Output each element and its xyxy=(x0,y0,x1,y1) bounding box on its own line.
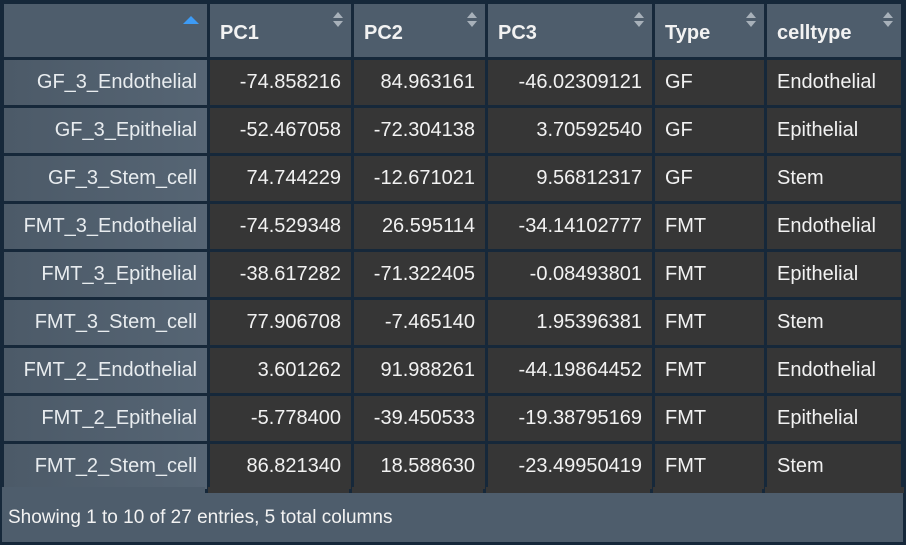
cell-pc2: 84.963161 xyxy=(354,60,485,105)
data-table: PC1 PC2 PC3 Type celltype GF_3_Endotheli… xyxy=(1,1,904,492)
cell-pc2: 18.588630 xyxy=(354,444,485,489)
cell-type: FMT xyxy=(655,348,764,393)
column-header-pc3[interactable]: PC3 xyxy=(488,4,652,57)
cell-name: GF_3_Endothelial xyxy=(4,60,207,105)
sort-both-icon xyxy=(467,12,477,30)
cell-pc3: 1.95396381 xyxy=(488,300,652,345)
cell-name: GF_3_Stem_cell xyxy=(4,156,207,201)
cell-pc1: -52.467058 xyxy=(210,108,351,153)
cell-pc1: -74.529348 xyxy=(210,204,351,249)
cell-pc1: 77.906708 xyxy=(210,300,351,345)
cell-pc2: -72.304138 xyxy=(354,108,485,153)
cell-celltype: Epithelial xyxy=(767,396,901,441)
cell-celltype: Epithelial xyxy=(767,108,901,153)
data-table-widget: PC1 PC2 PC3 Type celltype GF_3_Endotheli… xyxy=(0,0,906,545)
column-header-rownames[interactable] xyxy=(4,4,207,57)
sort-both-icon xyxy=(634,12,644,30)
cell-pc1: -74.858216 xyxy=(210,60,351,105)
cell-name: FMT_3_Endothelial xyxy=(4,204,207,249)
column-header-celltype[interactable]: celltype xyxy=(767,4,901,57)
cell-type: GF xyxy=(655,156,764,201)
column-header-pc2[interactable]: PC2 xyxy=(354,4,485,57)
cell-pc1: 74.744229 xyxy=(210,156,351,201)
cell-name: FMT_2_Epithelial xyxy=(4,396,207,441)
cell-celltype: Stem xyxy=(767,156,901,201)
cell-name: FMT_3_Stem_cell xyxy=(4,300,207,345)
cell-celltype: Stem xyxy=(767,300,901,345)
cell-celltype: Stem xyxy=(767,444,901,489)
cell-pc2: -7.465140 xyxy=(354,300,485,345)
table-row[interactable]: FMT_2_Stem_cell 86.821340 18.588630 -23.499… xyxy=(4,444,901,489)
cell-pc1: -38.617282 xyxy=(210,252,351,297)
table-row[interactable]: FMT_3_Stem_cell 77.906708 -7.465140 1.95396… xyxy=(4,300,901,345)
table-row[interactable]: GF_3_Endothelial -74.858216 84.963161 -46.0… xyxy=(4,60,901,105)
entries-info: Showing 1 to 10 of 27 entries, 5 total c… xyxy=(8,506,393,528)
sort-both-icon xyxy=(746,12,756,30)
cell-type: GF xyxy=(655,108,764,153)
sort-ascending-icon xyxy=(183,16,199,24)
cell-type: GF xyxy=(655,60,764,105)
cell-pc3: 9.56812317 xyxy=(488,156,652,201)
cell-name: GF_3_Epithelial xyxy=(4,108,207,153)
sort-both-icon xyxy=(333,12,343,30)
cell-type: FMT xyxy=(655,396,764,441)
cell-pc2: 26.595114 xyxy=(354,204,485,249)
cell-celltype: Epithelial xyxy=(767,252,901,297)
table-row[interactable]: FMT_3_Endothelial -74.529348 26.595114 -34.… xyxy=(4,204,901,249)
cell-pc3: -44.19864452 xyxy=(488,348,652,393)
cell-pc3: 3.70592540 xyxy=(488,108,652,153)
cell-type: FMT xyxy=(655,252,764,297)
header-row: PC1 PC2 PC3 Type celltype xyxy=(4,4,901,57)
cell-celltype: Endothelial xyxy=(767,204,901,249)
column-header-pc1[interactable]: PC1 xyxy=(210,4,351,57)
cell-celltype: Endothelial xyxy=(767,60,901,105)
cell-pc3: -34.14102777 xyxy=(488,204,652,249)
cell-name: FMT_2_Stem_cell xyxy=(4,444,207,489)
cell-type: FMT xyxy=(655,204,764,249)
cell-pc3: -23.49950419 xyxy=(488,444,652,489)
cell-celltype: Endothelial xyxy=(767,348,901,393)
sort-both-icon xyxy=(883,12,893,30)
cell-pc2: -71.322405 xyxy=(354,252,485,297)
cell-type: FMT xyxy=(655,444,764,489)
table-row[interactable]: FMT_2_Epithelial -5.778400 -39.450533 -19.3… xyxy=(4,396,901,441)
table-row[interactable]: GF_3_Stem_cell 74.744229 -12.671021 9.56812… xyxy=(4,156,901,201)
cell-name: FMT_3_Epithelial xyxy=(4,252,207,297)
cell-pc2: -12.671021 xyxy=(354,156,485,201)
cell-pc3: -19.38795169 xyxy=(488,396,652,441)
cell-pc2: 91.988261 xyxy=(354,348,485,393)
table-row[interactable]: FMT_2_Endothelial 3.601262 91.988261 -44.19… xyxy=(4,348,901,393)
table-row[interactable]: GF_3_Epithelial -52.467058 -72.304138 3.705… xyxy=(4,108,901,153)
cell-type: FMT xyxy=(655,300,764,345)
cell-pc1: 86.821340 xyxy=(210,444,351,489)
cell-pc1: -5.778400 xyxy=(210,396,351,441)
cell-name: FMT_2_Endothelial xyxy=(4,348,207,393)
column-header-type[interactable]: Type xyxy=(655,4,764,57)
table-info-footer: Showing 1 to 10 of 27 entries, 5 total c… xyxy=(2,493,903,542)
cell-pc1: 3.601262 xyxy=(210,348,351,393)
cell-pc3: -0.08493801 xyxy=(488,252,652,297)
cell-pc3: -46.02309121 xyxy=(488,60,652,105)
cell-pc2: -39.450533 xyxy=(354,396,485,441)
table-row[interactable]: FMT_3_Epithelial -38.617282 -71.322405 -0.0… xyxy=(4,252,901,297)
